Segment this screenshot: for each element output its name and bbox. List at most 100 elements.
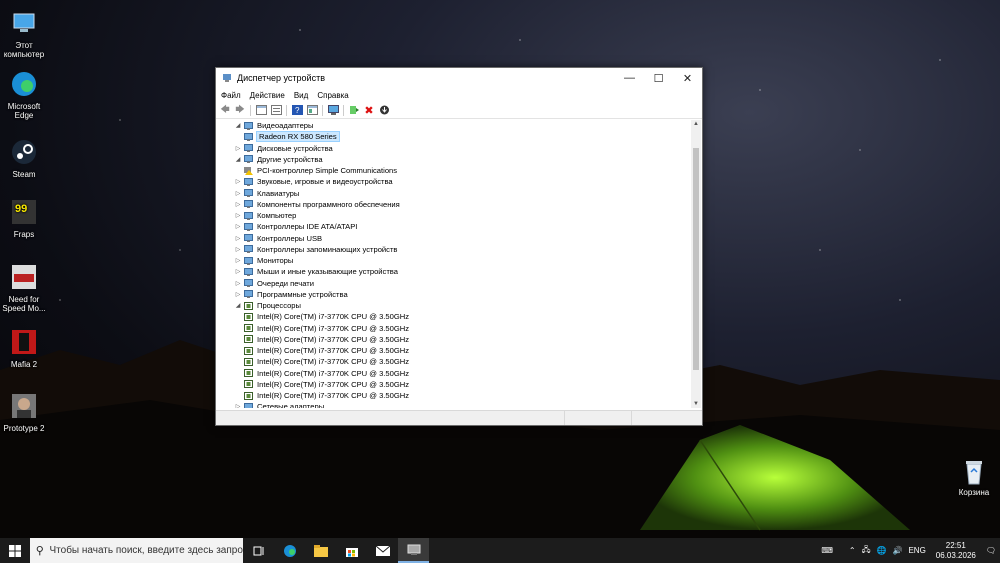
expand-arrow-right-icon[interactable]: ▷ xyxy=(232,212,244,219)
device-category[interactable]: ▷ Компоненты программного обеспечения xyxy=(218,199,690,210)
device-item[interactable]: Intel(R) Core(TM) i7-3770K CPU @ 3.50GHz xyxy=(218,323,690,334)
svg-text:99: 99 xyxy=(15,203,27,215)
clock[interactable]: 22:51 06.03.2026 xyxy=(936,541,976,561)
download-circle-icon xyxy=(379,105,389,115)
desktop-icon-label: Mafia 2 xyxy=(10,360,38,369)
back-button[interactable]: 🡄 xyxy=(219,104,231,116)
maximize-icon: ☐ xyxy=(653,72,664,85)
desktop-icon-recycle-bin[interactable]: Корзина xyxy=(952,458,996,497)
device-category[interactable]: ▷ Сетевые адаптеры xyxy=(218,401,690,408)
maximize-button[interactable]: ☐ xyxy=(644,68,673,88)
taskbar-explorer-button[interactable] xyxy=(305,538,336,563)
expand-arrow-right-icon[interactable]: ▷ xyxy=(232,280,244,287)
device-item[interactable]: Radeon RX 580 Series xyxy=(218,131,690,143)
volume-icon[interactable]: 🔊 xyxy=(892,546,902,555)
expand-arrow-down-icon[interactable]: ◢ xyxy=(232,122,244,129)
console-tree-icon xyxy=(255,105,267,115)
title-bar[interactable]: Диспетчер устройств — ☐ ✕ xyxy=(216,68,702,88)
properties-button[interactable] xyxy=(306,105,318,116)
device-category[interactable]: ▷ Контроллеры USB xyxy=(218,233,690,244)
device-category[interactable]: ▷ Клавиатуры xyxy=(218,188,690,199)
device-category[interactable]: ▷ Мыши и иные указывающие устройства xyxy=(218,266,690,277)
scroll-up-icon[interactable]: ▲ xyxy=(691,121,701,127)
language-indicator[interactable]: ENG xyxy=(908,546,925,555)
expand-arrow-right-icon[interactable]: ▷ xyxy=(232,201,244,208)
minimize-button[interactable]: — xyxy=(615,68,644,88)
menu-help[interactable]: Справка xyxy=(317,91,348,100)
taskbar-mail-button[interactable] xyxy=(367,538,398,563)
expand-arrow-right-icon[interactable]: ▷ xyxy=(232,268,244,275)
menu-view[interactable]: Вид xyxy=(294,91,308,100)
desktop-icon-label: Prototype 2 xyxy=(3,424,45,433)
expand-arrow-right-icon[interactable]: ▷ xyxy=(232,190,244,197)
device-category[interactable]: ◢ Процессоры xyxy=(218,300,690,311)
device-item[interactable]: Intel(R) Core(TM) i7-3770K CPU @ 3.50GHz xyxy=(218,311,690,322)
desktop-icon-edge[interactable]: Microsoft Edge xyxy=(2,69,46,120)
expand-arrow-right-icon[interactable]: ▷ xyxy=(232,246,244,253)
expand-arrow-right-icon[interactable]: ▷ xyxy=(232,291,244,298)
menu-action[interactable]: Действие xyxy=(250,91,285,100)
desktop-icon-nfs[interactable]: Need for Speed Mo... xyxy=(2,262,46,313)
device-item[interactable]: Intel(R) Core(TM) i7-3770K CPU @ 3.50GHz xyxy=(218,390,690,401)
device-category[interactable]: ◢ Видеоадаптеры xyxy=(218,120,690,131)
device-item[interactable]: Intel(R) Core(TM) i7-3770K CPU @ 3.50GHz xyxy=(218,368,690,379)
properties-view-button[interactable] xyxy=(270,105,282,116)
desktop-icon-fraps[interactable]: 99 Fraps xyxy=(2,197,46,239)
toolbar-separator xyxy=(250,104,251,116)
help-button[interactable]: ? xyxy=(291,105,303,116)
scroll-down-icon[interactable]: ▼ xyxy=(691,401,701,407)
device-category[interactable]: ▷ Компьютер xyxy=(218,210,690,221)
notifications-icon[interactable]: 🗨 xyxy=(986,546,996,555)
expand-arrow-down-icon[interactable]: ◢ xyxy=(232,156,244,163)
desktop-icon-label: Need for Speed Mo... xyxy=(2,295,46,313)
device-item[interactable]: Intel(R) Core(TM) i7-3770K CPU @ 3.50GHz xyxy=(218,334,690,345)
start-button[interactable] xyxy=(0,538,30,563)
device-tree[interactable]: ◢ Видеоадаптеры Radeon RX 580 Series ▷ Диско… xyxy=(218,120,690,408)
device-item[interactable]: Intel(R) Core(TM) i7-3770K CPU @ 3.50GHz xyxy=(218,356,690,367)
expand-arrow-right-icon[interactable]: ▷ xyxy=(232,223,244,230)
update-driver-button[interactable] xyxy=(348,105,360,116)
vertical-scrollbar[interactable]: ▲ ▼ xyxy=(691,120,701,408)
scrollbar-thumb[interactable] xyxy=(693,148,699,370)
expand-arrow-right-icon[interactable]: ▷ xyxy=(232,178,244,185)
show-hide-tree-button[interactable] xyxy=(255,105,267,116)
device-category[interactable]: ▷ Звуковые, игровые и видеоустройства xyxy=(218,176,690,187)
desktop-icon-label: Fraps xyxy=(13,230,35,239)
device-category[interactable]: ▷ Дисковые устройства xyxy=(218,143,690,154)
device-item[interactable]: Intel(R) Core(TM) i7-3770K CPU @ 3.50GHz xyxy=(218,345,690,356)
expand-arrow-down-icon[interactable]: ◢ xyxy=(232,302,244,309)
desktop-icon-this-pc[interactable]: Этот компьютер xyxy=(2,8,46,59)
close-button[interactable]: ✕ xyxy=(673,68,702,88)
globe-icon[interactable]: 🌐 xyxy=(877,546,887,555)
expand-arrow-right-icon[interactable]: ▷ xyxy=(232,145,244,152)
network-icon[interactable]: 🖧 xyxy=(862,544,871,558)
device-category[interactable]: ◢ Другие устройства xyxy=(218,154,690,165)
task-view-button[interactable] xyxy=(243,538,274,563)
desktop-icon-mafia[interactable]: Mafia 2 xyxy=(2,327,46,369)
taskbar-store-button[interactable] xyxy=(336,538,367,563)
keyboard-icon[interactable]: ⌨ xyxy=(821,546,833,555)
device-icon xyxy=(244,279,253,288)
taskbar-edge-button[interactable] xyxy=(274,538,305,563)
forward-button[interactable]: 🡆 xyxy=(234,104,246,116)
menu-file[interactable]: Файл xyxy=(221,91,241,100)
scan-hardware-button[interactable] xyxy=(327,105,339,116)
device-item[interactable]: Intel(R) Core(TM) i7-3770K CPU @ 3.50GHz xyxy=(218,379,690,390)
device-category[interactable]: ▷ Очереди печати xyxy=(218,278,690,289)
expand-arrow-right-icon[interactable]: ▷ xyxy=(232,257,244,264)
expand-arrow-right-icon[interactable]: ▷ xyxy=(232,235,244,242)
taskbar-search-box[interactable]: ⚲ Чтобы начать поиск, введите здесь запр… xyxy=(30,538,243,563)
device-category[interactable]: ▷ Контроллеры запоминающих устройств xyxy=(218,244,690,255)
disable-device-button[interactable] xyxy=(378,105,390,116)
uninstall-device-button[interactable]: ✖ xyxy=(363,105,375,117)
desktop-icon-steam[interactable]: Steam xyxy=(2,137,46,179)
device-category[interactable]: ▷ Мониторы xyxy=(218,255,690,266)
taskbar-device-manager-button[interactable] xyxy=(398,538,429,563)
properties-icon xyxy=(306,105,318,115)
device-category[interactable]: ▷ Контроллеры IDE ATA/ATAPI xyxy=(218,221,690,232)
device-item[interactable]: PCI-контроллер Simple Communications xyxy=(218,165,690,176)
expand-arrow-right-icon[interactable]: ▷ xyxy=(232,403,244,408)
show-hidden-icons-chevron-icon[interactable]: ⌃ xyxy=(849,546,856,555)
device-category[interactable]: ▷ Программные устройства xyxy=(218,289,690,300)
desktop-icon-prototype[interactable]: Prototype 2 xyxy=(2,391,46,433)
